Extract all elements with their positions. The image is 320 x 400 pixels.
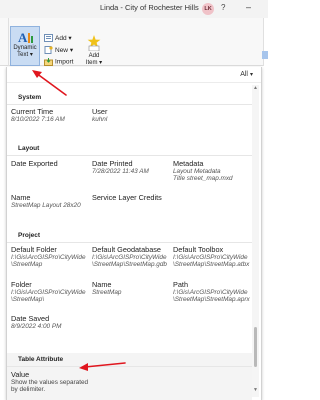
ribbon-left-group [0,18,9,66]
scroll-down-icon[interactable]: ▼ [253,387,258,393]
gallery-item-path[interactable]: Path I:\Gis\ArcGISPro\CityWide \StreetMa… [173,280,250,304]
new-button[interactable]: New ▾ [44,46,74,55]
section-divider [7,155,252,156]
window-title: Linda - City of Rochester Hills [100,3,199,12]
new-label: New [55,47,69,54]
chevron-down-icon: ▾ [249,72,253,78]
add-icon [44,34,53,43]
add-item-label-line2: Item ▾ [85,59,103,66]
gallery-header: All ▾ [7,67,261,83]
section-table-attribute: Table Attribute [7,353,252,366]
svg-text:A: A [18,30,28,44]
add-item-icon [87,35,101,51]
gallery-item-table-value[interactable]: Value Show the values separated by delim… [11,370,88,394]
gallery-item-default-geodatabase[interactable]: Default Geodatabase I:\Gis\ArcGISPro\Cit… [92,245,167,269]
gallery-item-folder[interactable]: Folder I:\Gis\ArcGISPro\CityWide \Street… [11,280,86,304]
dynamic-text-gallery: All ▾ System Current Time 8/10/2022 7:16 … [6,67,262,400]
gallery-item-layout-name[interactable]: Name StreetMap Layout 28x20 [11,193,81,209]
gallery-item-date-exported[interactable]: Date Exported [11,159,58,168]
dynamic-text-icon: A [18,30,33,44]
section-title: Table Attribute [18,356,64,363]
add-chevron-icon: ▾ [66,35,72,42]
section-project: Project [7,229,252,242]
section-divider [7,366,252,367]
minimize-button[interactable]: – [246,2,251,12]
filter-label: All [240,71,248,78]
section-title: Project [18,232,41,239]
scroll-up-icon[interactable]: ▲ [253,85,258,91]
add-button[interactable]: Add ▾ [44,34,72,43]
dynamic-text-label-line1: Dynamic [13,45,37,51]
gallery-item-project-name[interactable]: Name StreetMap [92,280,121,296]
section-title: Layout [18,145,40,152]
new-icon [44,46,53,55]
section-divider [7,242,252,243]
ribbon: A Dynamic Text ▾ Add ▾ New ▾ Import Add … [0,18,268,66]
section-system: System [7,91,252,104]
new-chevron-icon: ▾ [68,47,74,54]
gallery-item-service-layer-credits[interactable]: Service Layer Credits [92,193,162,202]
title-bar: Linda - City of Rochester Hills LK ? – [0,0,268,18]
import-label: Import [55,58,74,66]
gallery-item-default-folder[interactable]: Default Folder I:\Gis\ArcGISPro\CityWide… [11,245,86,269]
import-icon [44,58,53,66]
gallery-item-user[interactable]: User kuhnl [92,107,107,123]
gallery-item-metadata[interactable]: Metadata Layout Metadata Title street_ma… [173,159,233,183]
ribbon-selected-marker [262,51,268,59]
gallery-item-date-printed[interactable]: Date Printed 7/28/2022 11:43 AM [92,159,149,175]
add-item-button[interactable]: Add Item ▾ [83,35,105,66]
section-title: System [18,94,42,101]
gallery-item-current-time[interactable]: Current Time 8/10/2022 7:16 AM [11,107,65,123]
scrollbar-thumb[interactable] [254,327,257,367]
gallery-item-date-saved[interactable]: Date Saved 8/9/2022 4:00 PM [11,314,61,330]
section-divider [7,104,252,105]
add-label: Add [55,35,67,42]
help-button[interactable]: ? [221,3,225,12]
filter-dropdown[interactable]: All ▾ [240,71,253,78]
dynamic-text-button[interactable]: A Dynamic Text ▾ [10,26,40,66]
dynamic-text-label-line2: Text ▾ [17,52,33,58]
user-avatar[interactable]: LK [202,3,214,15]
section-layout: Layout [7,142,252,155]
import-button[interactable]: Import [44,58,73,66]
vertical-scrollbar[interactable]: ▲ ▼ [252,85,259,397]
gallery-item-default-toolbox[interactable]: Default Toolbox I:\Gis\ArcGISPro\CityWid… [173,245,249,269]
